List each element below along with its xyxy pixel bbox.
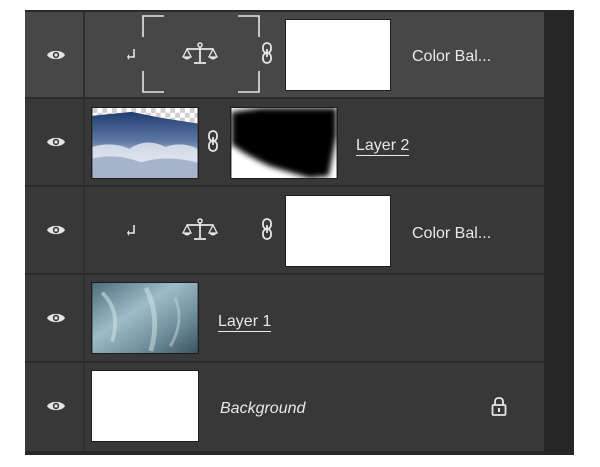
eye-icon[interactable] — [46, 311, 66, 325]
visibility-column-divider — [83, 12, 85, 97]
balance-scale-icon[interactable] — [182, 218, 218, 242]
visibility-column-divider — [83, 187, 85, 273]
visibility-column-divider — [83, 99, 85, 185]
layer-2-thumbnail[interactable] — [91, 107, 199, 179]
balance-scale-icon[interactable] — [182, 42, 218, 66]
layer-1-thumbnail[interactable] — [91, 282, 199, 354]
visibility-column-divider — [83, 275, 85, 361]
eye-icon[interactable] — [46, 399, 66, 413]
layer-name-label[interactable]: Background — [220, 400, 305, 418]
panel-scrollbar-track[interactable] — [544, 10, 574, 455]
layer-name-label[interactable]: Color Bal... — [412, 48, 491, 66]
chain-link-icon[interactable] — [261, 42, 273, 64]
lock-icon — [491, 397, 507, 416]
layer-mask-thumbnail[interactable] — [285, 195, 391, 267]
layer-name-label[interactable]: Color Bal... — [412, 225, 491, 243]
chain-link-icon[interactable] — [207, 130, 219, 152]
background-thumbnail[interactable] — [91, 370, 199, 442]
layer-name-label[interactable]: Layer 2 — [356, 138, 410, 156]
clipping-arrow-icon — [127, 225, 135, 236]
clipping-arrow-icon — [127, 49, 135, 60]
eye-icon[interactable] — [46, 48, 66, 62]
layer-name-label[interactable]: Layer 1 — [218, 314, 272, 332]
chain-link-icon[interactable] — [261, 218, 273, 240]
visibility-column-divider — [83, 363, 85, 451]
layer-mask-thumbnail[interactable] — [230, 107, 338, 179]
eye-icon[interactable] — [46, 135, 66, 149]
layer-mask-thumbnail[interactable] — [285, 19, 391, 91]
eye-icon[interactable] — [46, 223, 66, 237]
